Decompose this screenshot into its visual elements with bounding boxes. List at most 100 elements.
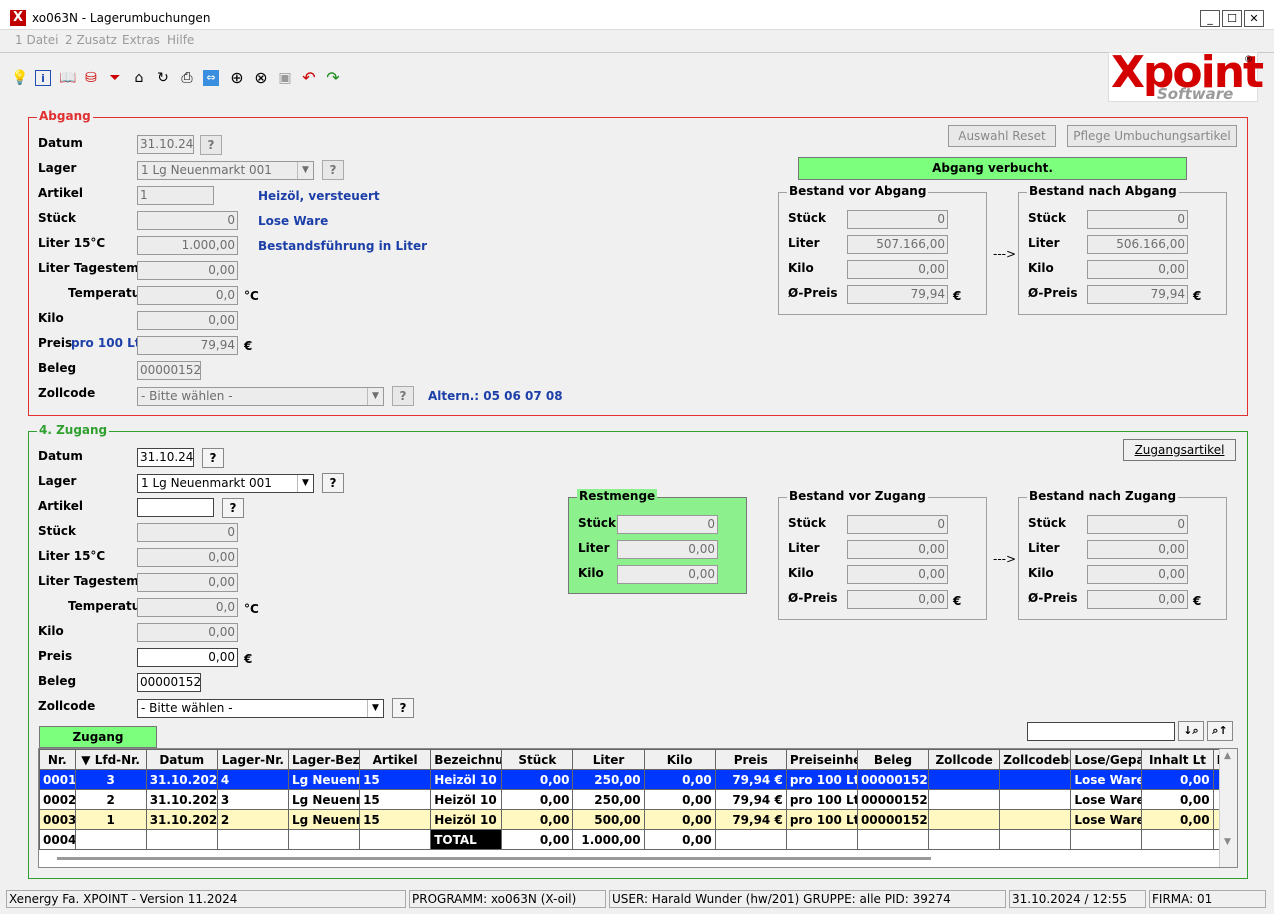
grid-col-header[interactable]: Inhalt Lt [1141, 749, 1214, 770]
menu-datei[interactable]: 1 Datei [15, 33, 58, 47]
table-row[interactable]: 0004 TOTAL 0,00 1.000,00 0,00 [39, 829, 1236, 850]
zugang-liter15-field[interactable]: 0,00 [137, 548, 238, 567]
zugang-zollcode-help-button[interactable]: ? [392, 698, 414, 718]
table-cell [999, 789, 1072, 810]
minimize-button[interactable]: _ [1200, 10, 1220, 27]
abgang-beleg-field[interactable]: 00000152 [137, 361, 201, 380]
grid-col-header[interactable]: ▼ Lfd-Nr. [74, 749, 147, 770]
zugangsartikel-button[interactable]: Zugangsartikel [1123, 439, 1236, 461]
table-cell: 0,00 [643, 789, 716, 810]
scroll-up-icon[interactable]: ▲ [1224, 751, 1231, 761]
zugang-kilo-field[interactable]: 0,00 [137, 623, 238, 642]
zugang-litertag-field[interactable]: 0,00 [137, 573, 238, 592]
vor-abgang-preis-label: Ø-Preis [788, 286, 838, 300]
abgang-liter15-field[interactable]: 1.000,00 [137, 236, 238, 255]
find-up-icon[interactable]: ⌕↑ [1207, 721, 1233, 741]
booking-table: Nr. ▼ Lfd-Nr. Datum Lager-Nr. Lager-Bez. Arti… [39, 749, 1236, 850]
print-icon[interactable]: ⎙ [179, 70, 195, 86]
bestand-vor-zugang-legend: Bestand vor Zugang [787, 489, 928, 503]
book-icon[interactable]: 📖 [59, 70, 76, 86]
abgang-lager-select[interactable]: 1 Lg Neuenmarkt 001 ▼ [137, 161, 314, 180]
table-row[interactable]: 0001331.10.20244Lg Neuenm15Heizöl 10 p0,… [39, 769, 1236, 790]
home-icon[interactable]: ⌂ [131, 70, 147, 86]
lightbulb-icon[interactable]: 💡 [11, 70, 28, 86]
grid-vertical-scrollbar[interactable]: ▲ ▼ [1219, 749, 1237, 867]
grid-col-header[interactable]: Preis [714, 749, 787, 770]
abgang-zollcode-help-button[interactable]: ? [392, 386, 414, 406]
grid-col-header[interactable]: Preiseinheit [785, 749, 858, 770]
zugang-datum-help-button[interactable]: ? [202, 448, 224, 468]
zugang-datum-field[interactable]: 31.10.24 [137, 448, 194, 467]
grid-col-header[interactable]: Datum [145, 749, 218, 770]
table-cell [74, 829, 147, 850]
vor-abgang-liter-field: 507.166,00 [847, 235, 948, 254]
nach-abgang-kilo-field: 0,00 [1087, 260, 1188, 279]
menu-extras[interactable]: Extras [122, 33, 160, 47]
grid-col-header[interactable]: Lager-Nr. [216, 749, 289, 770]
abgang-litertag-field[interactable]: 0,00 [137, 261, 238, 280]
pflege-umbuchungsartikel-button[interactable]: Pflege Umbuchungsartikel [1067, 125, 1237, 147]
nach-zugang-liter-label: Liter [1028, 541, 1060, 555]
abgang-temperatur-field[interactable]: 0,0 [137, 286, 238, 305]
refresh-icon[interactable]: ↻ [155, 70, 171, 86]
delete-icon[interactable]: ⊗ [253, 70, 269, 86]
menu-zusatz[interactable]: 2 Zusatz [65, 33, 117, 47]
grid-col-header[interactable]: Kilo [643, 749, 716, 770]
maximize-button[interactable]: ☐ [1222, 10, 1242, 27]
table-row[interactable]: 0003131.10.20242Lg Neuenm15Heizöl 10 p0,… [39, 809, 1236, 830]
abgang-kilo-field[interactable]: 0,00 [137, 311, 238, 330]
abgang-preis-field[interactable]: 79,94 [137, 336, 238, 355]
grid-col-header[interactable]: Liter [572, 749, 645, 770]
grid-col-header[interactable]: Nr. [39, 749, 76, 770]
grid-search-input[interactable] [1027, 722, 1175, 741]
grid-col-header[interactable]: Lager-Bez. [287, 749, 361, 770]
abgang-zollcode-value: - Bitte wählen - [141, 389, 233, 403]
zugang-lager-help-button[interactable]: ? [322, 473, 344, 493]
grid-col-header[interactable]: Stück [501, 749, 574, 770]
scroll-down-icon[interactable]: ▼ [1224, 837, 1231, 847]
zugang-artikel-field[interactable] [137, 498, 214, 517]
zugang-artikel-help-button[interactable]: ? [222, 498, 244, 518]
zugang-stueck-field[interactable]: 0 [137, 523, 238, 542]
abgang-datum-help-button[interactable]: ? [200, 135, 222, 155]
bestand-nach-abgang-legend: Bestand nach Abgang [1027, 184, 1179, 198]
auswahl-reset-button[interactable]: Auswahl Reset [948, 125, 1056, 147]
filter-icon[interactable]: ⏷ [107, 70, 123, 86]
grid-horizontal-scrollbar[interactable] [57, 857, 931, 860]
add-icon[interactable]: ⊕ [229, 70, 245, 86]
abgang-artikel-field[interactable]: 1 [137, 186, 214, 205]
grid-col-header[interactable]: Bezeichnun [430, 749, 503, 770]
grid-col-header[interactable]: Zollcodebez [999, 749, 1072, 770]
nach-abgang-liter-label: Liter [1028, 236, 1060, 250]
database-icon[interactable]: ⛁ [83, 70, 99, 86]
nach-abgang-preis-label: Ø-Preis [1028, 286, 1078, 300]
abgang-lager-help-button[interactable]: ? [322, 160, 344, 180]
grid-col-header[interactable]: Beleg [856, 749, 930, 770]
close-button[interactable]: ✕ [1244, 10, 1264, 27]
find-down-icon[interactable]: ↓⌕ [1178, 721, 1204, 741]
bestand-vor-abgang-legend: Bestand vor Abgang [787, 184, 929, 198]
redo-icon[interactable]: ↷ [325, 70, 341, 86]
zugang-beleg-field[interactable]: 00000152 [137, 673, 201, 692]
abgang-arrow: ---> [993, 247, 1017, 261]
zugang-kilo-label: Kilo [38, 624, 64, 638]
undo-icon[interactable]: ↶ [301, 70, 317, 86]
info-icon[interactable]: i [35, 70, 51, 86]
abgang-zollcode-select[interactable]: - Bitte wählen - ▼ [137, 387, 384, 406]
zugang-temperatur-field[interactable]: 0,0 [137, 598, 238, 617]
zugang-preis-field[interactable]: 0,00 [137, 648, 238, 667]
zugang-lager-select[interactable]: 1 Lg Neuenmarkt 001 ▼ [137, 474, 314, 493]
save-icon[interactable]: ▣ [277, 70, 293, 86]
nach-abgang-liter-field: 506.166,00 [1087, 235, 1188, 254]
grid-col-header[interactable]: Zollcode [928, 749, 1001, 770]
grid-col-header[interactable]: Lose/Gepac [1070, 749, 1143, 770]
menu-hilfe[interactable]: Hilfe [167, 33, 194, 47]
grid-col-header[interactable]: Artikel [359, 749, 432, 770]
table-row[interactable]: 0002231.10.20243Lg Neuenm15Heizöl 10 p0,… [39, 789, 1236, 810]
table-cell [999, 809, 1072, 830]
link-icon[interactable]: ⇔ [203, 70, 219, 86]
abgang-stueck-field[interactable]: 0 [137, 211, 238, 230]
zugang-zollcode-select[interactable]: - Bitte wählen - ▼ [137, 699, 384, 718]
abgang-datum-field[interactable]: 31.10.24 [137, 135, 194, 154]
rest-stueck-field: 0 [617, 515, 718, 534]
